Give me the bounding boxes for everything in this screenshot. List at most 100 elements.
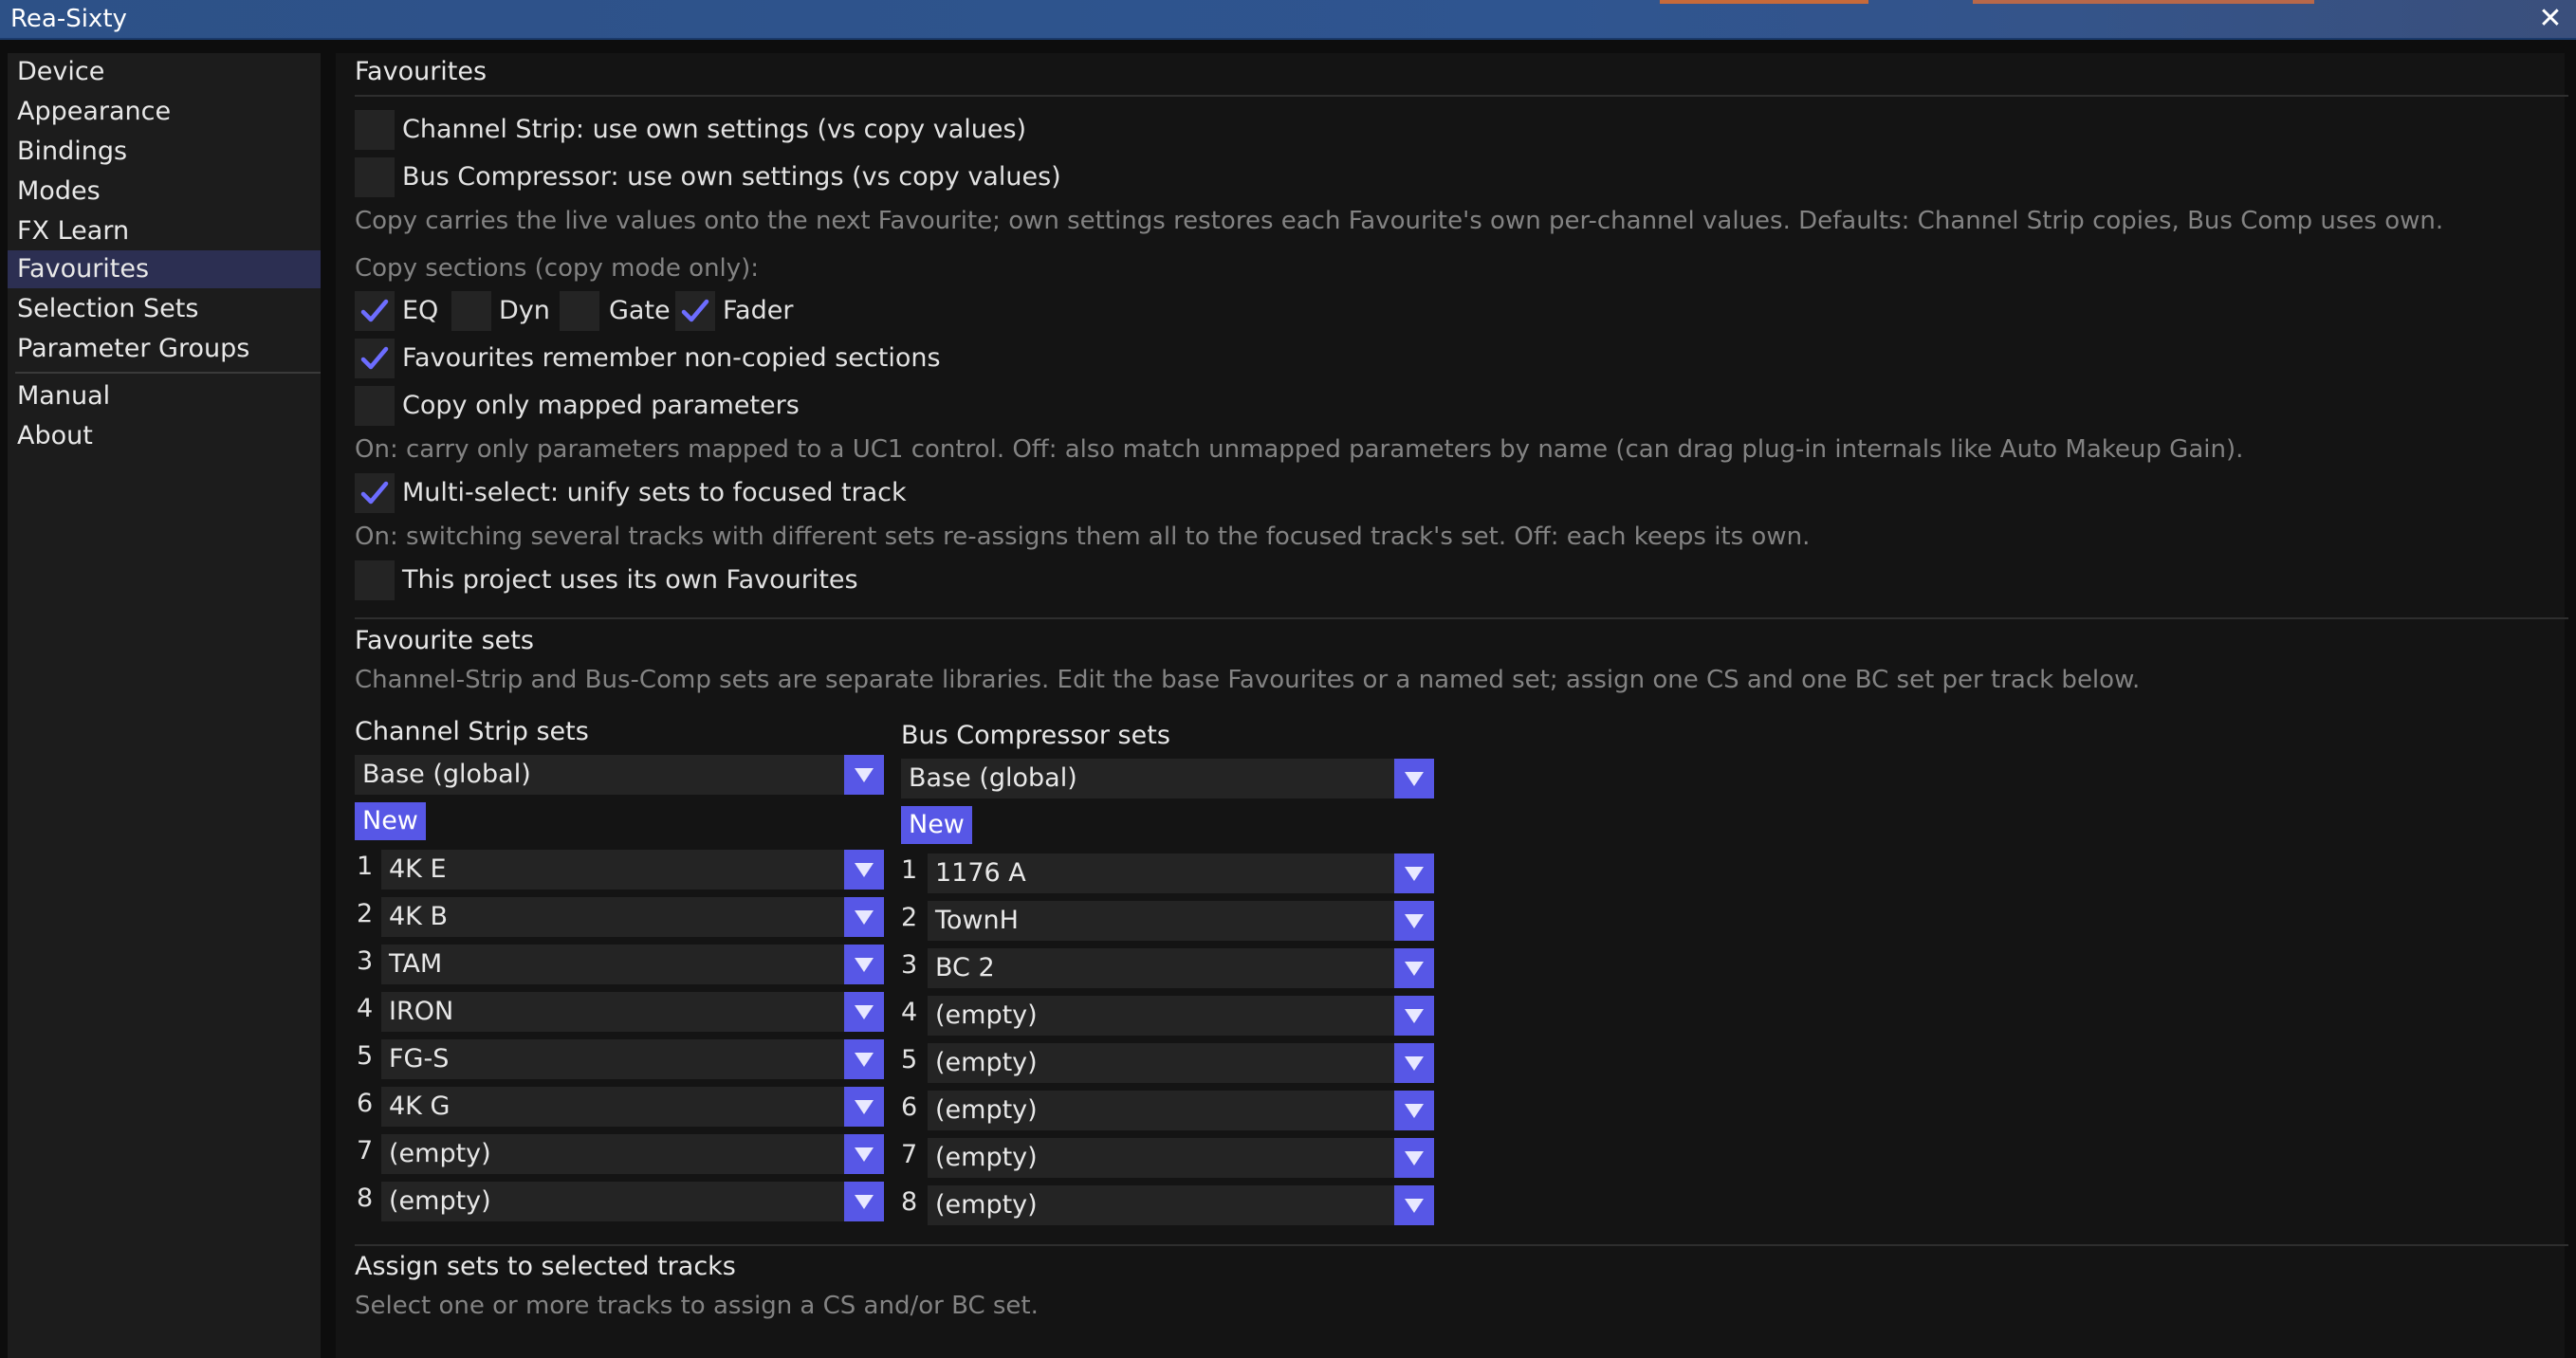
slot-number: 7 (357, 1136, 374, 1165)
section-fader-label: Fader (723, 296, 794, 325)
copy-mapped-only-label: Copy only mapped parameters (402, 391, 800, 420)
chevron-down-icon[interactable] (844, 1087, 884, 1127)
slot-select[interactable]: 1176 A (928, 853, 1434, 893)
channel-strip-sets-heading: Channel Strip sets (355, 717, 589, 746)
slot-value: IRON (389, 997, 454, 1026)
bus-compressor-set-select[interactable]: Base (global) (901, 759, 1434, 798)
section-heading-favourites: Favourites (355, 57, 488, 86)
chevron-down-icon[interactable] (844, 897, 884, 937)
chevron-down-icon[interactable] (1394, 996, 1434, 1036)
chevron-down-icon[interactable] (1394, 1138, 1434, 1178)
slot-select[interactable]: IRON (381, 992, 884, 1032)
slot-select[interactable]: 4K E (381, 850, 884, 890)
chevron-down-icon[interactable] (844, 755, 884, 795)
copy-mapped-only-checkbox[interactable] (355, 386, 395, 426)
chevron-down-icon[interactable] (844, 1134, 884, 1174)
sidebar: Device Appearance Bindings Modes FX Lear… (8, 53, 321, 1358)
slot-select[interactable]: BC 2 (928, 948, 1434, 988)
slot-number: 1 (901, 855, 918, 885)
slot-select[interactable]: (empty) (928, 996, 1434, 1036)
sidebar-item-selection-sets[interactable]: Selection Sets (8, 290, 321, 328)
slot-number: 2 (901, 903, 918, 932)
slot-select[interactable]: (empty) (381, 1182, 884, 1221)
cs-own-settings-label: Channel Strip: use own settings (vs copy… (402, 115, 1027, 144)
sidebar-item-parameter-groups[interactable]: Parameter Groups (8, 330, 321, 368)
section-fader-checkbox[interactable] (675, 291, 715, 331)
mapped-description: On: carry only parameters mapped to a UC… (355, 435, 2244, 464)
slot-select[interactable]: (empty) (928, 1091, 1434, 1130)
chevron-down-icon[interactable] (844, 1039, 884, 1079)
channel-strip-new-button[interactable]: New (355, 802, 426, 840)
slot-select[interactable]: (empty) (928, 1138, 1434, 1178)
sidebar-divider (15, 372, 321, 374)
copy-mode-description: Copy carries the live values onto the ne… (355, 207, 2444, 235)
assign-description: Select one or more tracks to assign a CS… (355, 1292, 1039, 1320)
slot-value: 4K G (389, 1092, 451, 1121)
bus-compressor-new-button[interactable]: New (901, 806, 972, 844)
sidebar-item-modes[interactable]: Modes (8, 173, 321, 211)
section-dyn-checkbox[interactable] (451, 291, 491, 331)
remember-noncopied-label: Favourites remember non-copied sections (402, 343, 941, 373)
chevron-down-icon[interactable] (844, 1182, 884, 1221)
sets-description: Channel-Strip and Bus-Comp sets are sepa… (355, 666, 2141, 694)
window-title: Rea-Sixty (10, 5, 127, 33)
titlebar-accent (1973, 0, 2314, 4)
sidebar-item-appearance[interactable]: Appearance (8, 93, 321, 131)
channel-strip-set-select[interactable]: Base (global) (355, 755, 884, 795)
remember-noncopied-checkbox[interactable] (355, 339, 395, 378)
slot-select[interactable]: (empty) (928, 1043, 1434, 1083)
slot-number: 8 (901, 1187, 918, 1217)
sidebar-item-bindings[interactable]: Bindings (8, 133, 321, 171)
slot-value: 4K E (389, 854, 447, 884)
slot-select[interactable]: TAM (381, 945, 884, 984)
slot-number: 6 (357, 1089, 374, 1118)
chevron-down-icon[interactable] (1394, 1185, 1434, 1225)
sidebar-item-favourites[interactable]: Favourites (8, 250, 321, 288)
section-heading-favourite-sets: Favourite sets (355, 626, 534, 655)
section-gate-label: Gate (609, 296, 671, 325)
chevron-down-icon[interactable] (844, 850, 884, 890)
divider (355, 617, 2568, 619)
title-bar: Rea-Sixty ✕ (0, 0, 2576, 40)
slot-number: 2 (357, 899, 374, 928)
slot-number: 4 (357, 994, 374, 1023)
slot-select[interactable]: 4K G (381, 1087, 884, 1127)
section-eq-checkbox[interactable] (355, 291, 395, 331)
close-button[interactable]: ✕ (2534, 2, 2567, 36)
sidebar-item-manual[interactable]: Manual (8, 377, 321, 415)
multiselect-unify-label: Multi-select: unify sets to focused trac… (402, 478, 907, 507)
section-gate-checkbox[interactable] (560, 291, 599, 331)
cs-own-settings-checkbox[interactable] (355, 110, 395, 150)
multiselect-description: On: switching several tracks with differ… (355, 523, 1811, 551)
slot-select[interactable]: (empty) (928, 1185, 1434, 1225)
slot-value: (empty) (935, 1048, 1038, 1077)
chevron-down-icon[interactable] (1394, 901, 1434, 941)
sidebar-item-fx-learn[interactable]: FX Learn (8, 212, 321, 250)
chevron-down-icon[interactable] (1394, 853, 1434, 893)
sidebar-item-about[interactable]: About (8, 417, 321, 455)
sidebar-item-device[interactable]: Device (8, 53, 321, 91)
slot-select[interactable]: (empty) (381, 1134, 884, 1174)
project-own-favourites-checkbox[interactable] (355, 560, 395, 600)
bc-own-settings-checkbox[interactable] (355, 157, 395, 197)
chevron-down-icon[interactable] (1394, 1043, 1434, 1083)
chevron-down-icon[interactable] (1394, 948, 1434, 988)
chevron-down-icon[interactable] (1394, 1091, 1434, 1130)
slot-value: (empty) (389, 1139, 491, 1168)
slot-number: 8 (357, 1184, 374, 1213)
slot-value: (empty) (935, 1095, 1038, 1125)
section-heading-assign: Assign sets to selected tracks (355, 1252, 736, 1281)
section-eq-label: EQ (402, 296, 439, 325)
chevron-down-icon[interactable] (844, 992, 884, 1032)
chevron-down-icon[interactable] (844, 945, 884, 984)
slot-select[interactable]: FG-S (381, 1039, 884, 1079)
slot-select[interactable]: 4K B (381, 897, 884, 937)
chevron-down-icon[interactable] (1394, 759, 1434, 798)
slot-value: (empty) (935, 1190, 1038, 1220)
bc-own-settings-label: Bus Compressor: use own settings (vs cop… (402, 162, 1061, 192)
section-dyn-label: Dyn (499, 296, 550, 325)
favourites-panel: Favourites Channel Strip: use own settin… (336, 53, 2568, 1358)
multiselect-unify-checkbox[interactable] (355, 473, 395, 513)
slot-select[interactable]: TownH (928, 901, 1434, 941)
channel-strip-set-value: Base (global) (362, 760, 531, 789)
